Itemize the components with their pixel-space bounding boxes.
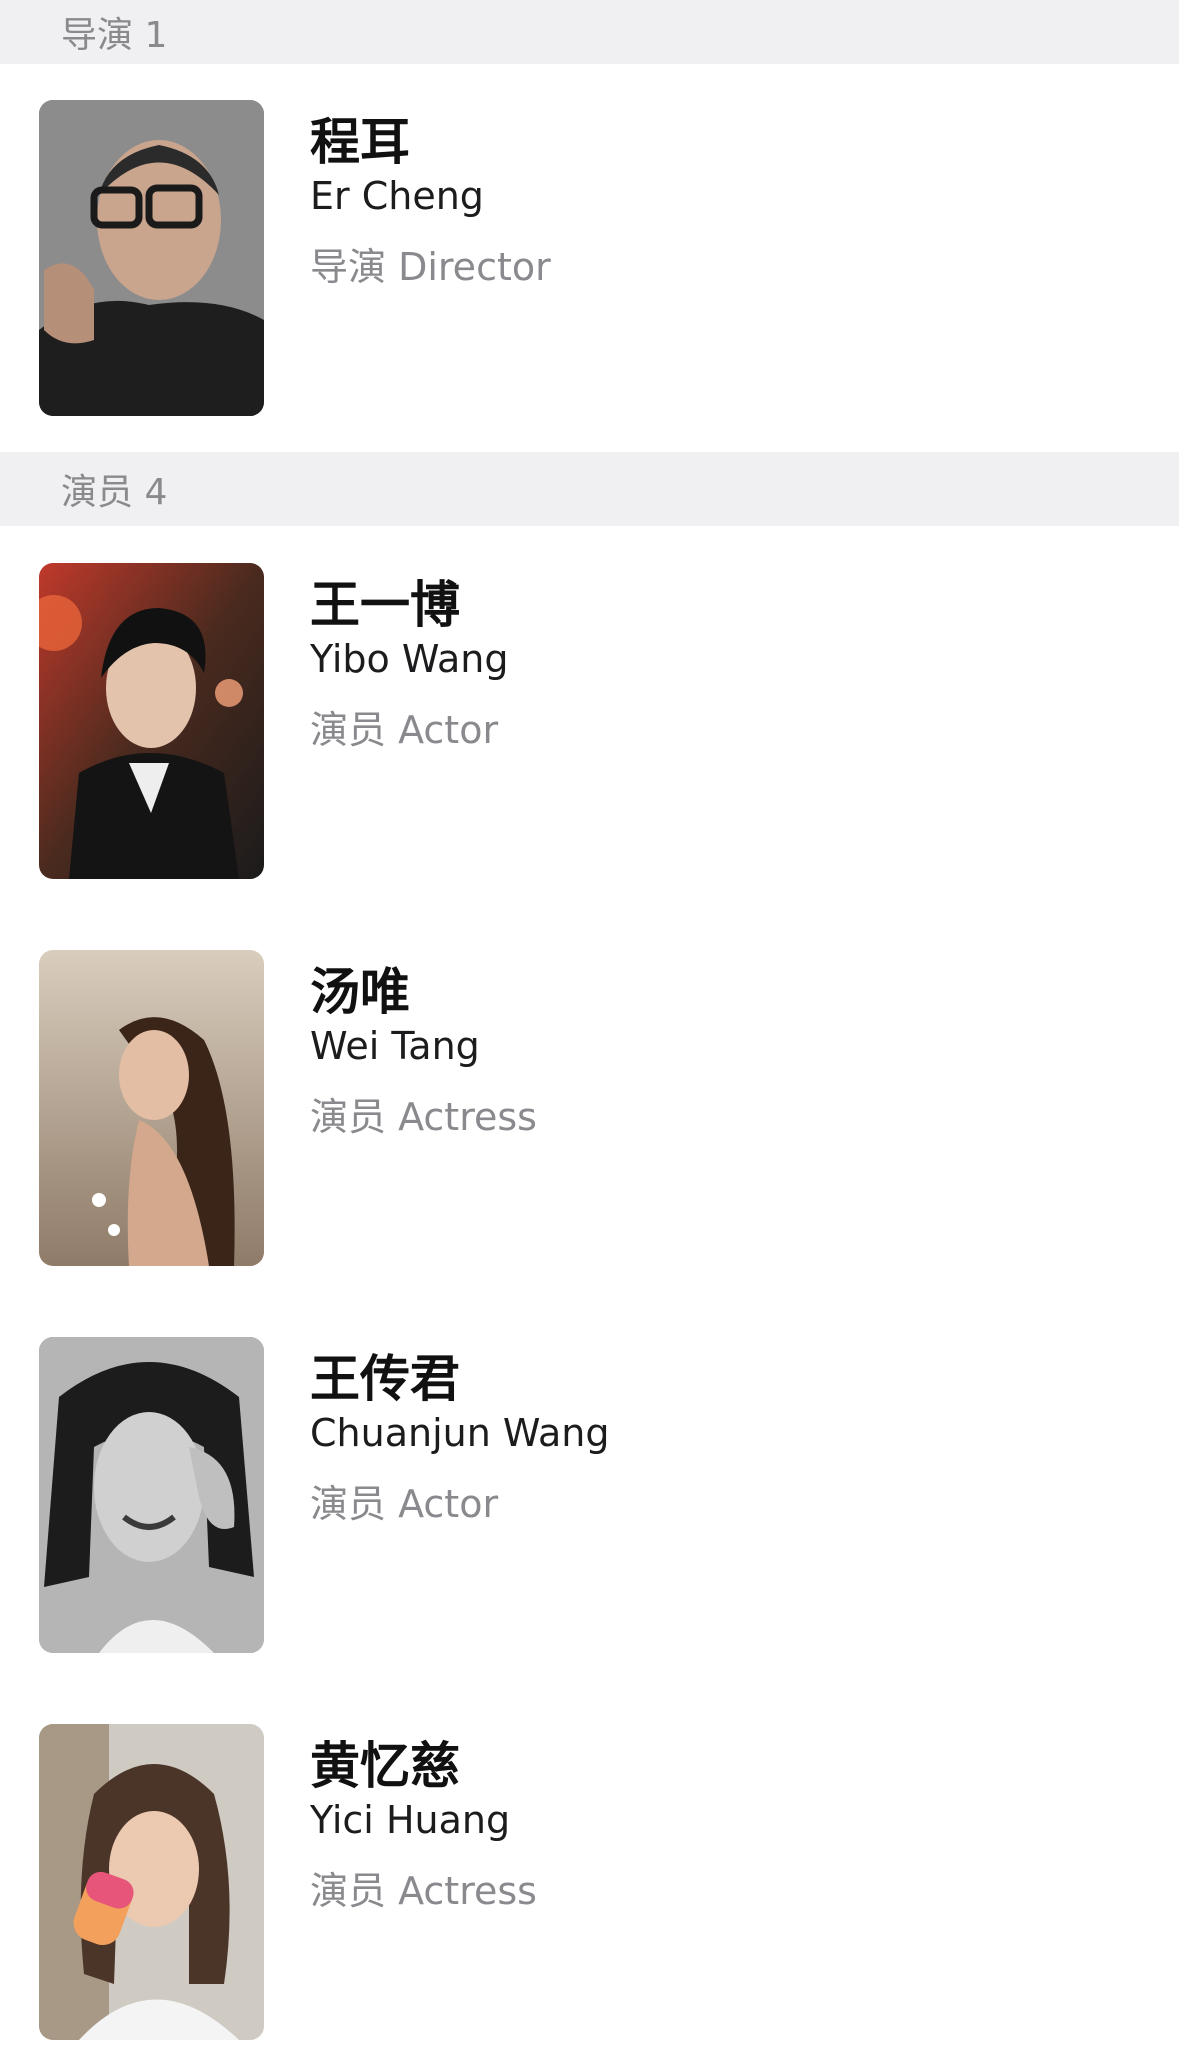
person-name-english: Yici Huang (310, 1798, 511, 1842)
person-name-english: Er Cheng (310, 174, 484, 218)
cast-row-actor[interactable]: 王一博 Yibo Wang 演员 Actor (0, 563, 1179, 879)
person-photo (39, 100, 264, 416)
person-role: 导演 Director (310, 245, 551, 289)
person-role: 演员 Actor (310, 1482, 499, 1526)
section-header-label: 演员 4 (61, 472, 168, 513)
cast-row-actor[interactable]: 王传君 Chuanjun Wang 演员 Actor (0, 1337, 1179, 1653)
section-header-director: 导演 1 (0, 0, 1179, 64)
cast-list-screen: 导演 1 程耳 Er Cheng 导演 Director 演员 4 王一博 Yi… (0, 0, 1179, 2064)
person-photo (39, 950, 264, 1266)
person-photo (39, 1724, 264, 2040)
person-name-chinese: 王传君 (310, 1350, 460, 1408)
cast-row-actor[interactable]: 汤唯 Wei Tang 演员 Actress (0, 950, 1179, 1266)
person-role: 演员 Actress (310, 1095, 537, 1139)
person-name-chinese: 王一博 (310, 576, 460, 634)
person-role: 演员 Actress (310, 1869, 537, 1913)
person-name-english: Wei Tang (310, 1024, 480, 1068)
person-name-english: Chuanjun Wang (310, 1411, 610, 1455)
cast-row-actor[interactable]: 黄忆慈 Yici Huang 演员 Actress (0, 1724, 1179, 2040)
cast-row-director[interactable]: 程耳 Er Cheng 导演 Director (0, 100, 1179, 416)
section-header-label: 导演 1 (61, 15, 168, 56)
person-photo (39, 563, 264, 879)
person-name-english: Yibo Wang (310, 637, 509, 681)
section-header-actors: 演员 4 (0, 452, 1179, 526)
person-name-chinese: 程耳 (310, 113, 410, 171)
person-name-chinese: 汤唯 (310, 963, 410, 1021)
person-name-chinese: 黄忆慈 (310, 1737, 460, 1795)
person-role: 演员 Actor (310, 708, 499, 752)
person-photo (39, 1337, 264, 1653)
